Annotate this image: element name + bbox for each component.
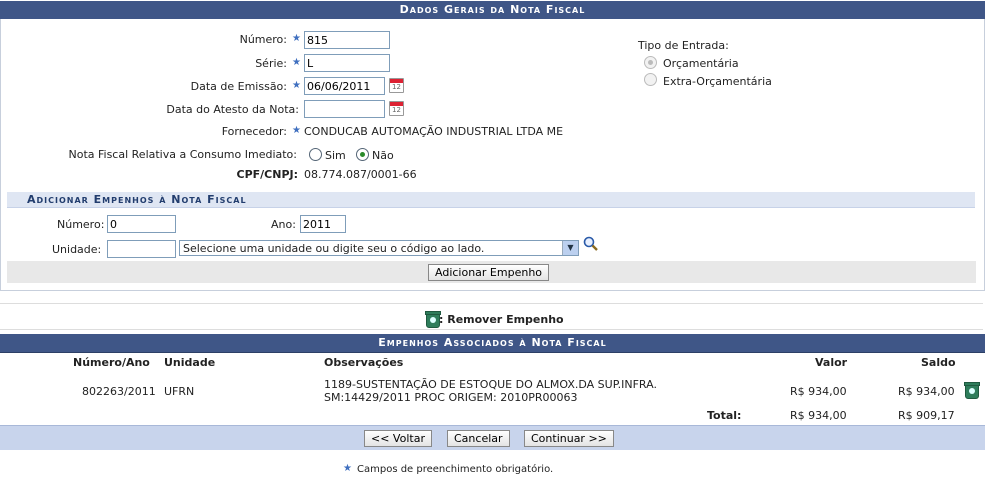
voltar-button[interactable]: << Voltar: [364, 430, 432, 447]
data-atesto-input[interactable]: [304, 100, 385, 118]
cpf-label: CPF/CNPJ:: [236, 168, 299, 181]
numero-input[interactable]: [304, 31, 390, 49]
cancelar-button[interactable]: Cancelar: [447, 430, 510, 447]
fornecedor-value: CONDUCAB AUTOMAÇÃO INDUSTRIAL LTDA ME: [304, 125, 564, 138]
data-emissao-input[interactable]: [304, 77, 385, 95]
row-obs-line1: 1189-SUSTENTAÇÃO DE ESTOQUE DO ALMOX.DA …: [324, 378, 657, 391]
empenho-section-title: Adicionar Empenhos à Nota Fiscal: [7, 192, 975, 208]
total-label: Total:: [707, 409, 742, 422]
search-icon[interactable]: [583, 236, 599, 252]
tipo-orcamentaria-label: Orçamentária: [663, 57, 739, 70]
table-title: Empenhos Associados à Nota Fiscal: [0, 334, 985, 353]
tipo-extra-label: Extra-Orçamentária: [663, 75, 772, 88]
required-star-icon: ★: [292, 125, 301, 136]
row-unidade: UFRN: [164, 385, 195, 398]
header-saldo: Saldo: [921, 356, 956, 369]
empenho-numero-input[interactable]: [107, 215, 176, 233]
calendar-icon[interactable]: 12: [389, 78, 404, 93]
total-saldo: R$ 909,17: [898, 409, 955, 422]
data-atesto-label: Data do Atesto da Nota:: [166, 103, 299, 116]
remove-empenho-icon[interactable]: [964, 382, 980, 399]
consumo-label: Nota Fiscal Relativa a Consumo Imediato:: [68, 148, 297, 161]
row-numero-ano: 802263/2011: [82, 385, 156, 398]
fornecedor-label: Fornecedor:: [221, 125, 287, 138]
required-star-icon: ★: [343, 463, 352, 474]
empenho-numero-label: Número:: [57, 218, 105, 231]
consumo-sim-label: Sim: [325, 149, 346, 162]
legend-remover-label: : Remover Empenho: [439, 313, 564, 326]
serie-label: Série:: [255, 57, 287, 70]
tipo-entrada-label: Tipo de Entrada:: [638, 39, 729, 52]
consumo-nao-radio[interactable]: [356, 148, 369, 161]
unidade-select-value: Selecione uma unidade ou digite seu o có…: [183, 242, 485, 255]
empenho-ano-input[interactable]: [300, 215, 346, 233]
unidade-label: Unidade:: [52, 243, 102, 256]
data-emissao-label: Data de Emissão:: [190, 80, 287, 93]
row-saldo: R$ 934,00: [898, 385, 955, 398]
header-valor: Valor: [815, 356, 848, 369]
unidade-code-input[interactable]: [107, 240, 176, 258]
required-star-icon: ★: [292, 57, 301, 68]
row-obs-line2: SM:14429/2011 PROC ORIGEM: 2010PR00063: [324, 391, 578, 404]
header-unidade: Unidade: [164, 356, 216, 369]
tipo-extra-radio[interactable]: [644, 73, 657, 86]
required-note: Campos de preenchimento obrigatório.: [357, 464, 554, 475]
consumo-nao-label: Não: [372, 149, 394, 162]
form-title: Dados Gerais da Nota Fiscal: [0, 1, 985, 20]
empenho-ano-label: Ano:: [271, 218, 296, 231]
remove-empenho-icon: [425, 311, 441, 328]
calendar-icon[interactable]: 12: [389, 101, 404, 116]
numero-label: Número:: [239, 33, 287, 46]
required-star-icon: ★: [292, 80, 301, 91]
tipo-orcamentaria-radio[interactable]: [644, 56, 657, 69]
consumo-sim-radio[interactable]: [309, 148, 322, 161]
chevron-down-icon: ▼: [562, 241, 578, 255]
add-empenho-button[interactable]: Adicionar Empenho: [428, 264, 550, 281]
total-valor: R$ 934,00: [790, 409, 847, 422]
continuar-button[interactable]: Continuar >>: [524, 430, 614, 447]
unidade-select[interactable]: Selecione uma unidade ou digite seu o có…: [179, 240, 579, 256]
cpf-value: 08.774.087/0001-66: [304, 168, 417, 181]
required-star-icon: ★: [292, 33, 301, 44]
row-valor: R$ 934,00: [790, 385, 847, 398]
header-numero-ano: Número/Ano: [73, 356, 150, 369]
serie-input[interactable]: [304, 54, 390, 72]
header-observacoes: Observações: [324, 356, 404, 369]
